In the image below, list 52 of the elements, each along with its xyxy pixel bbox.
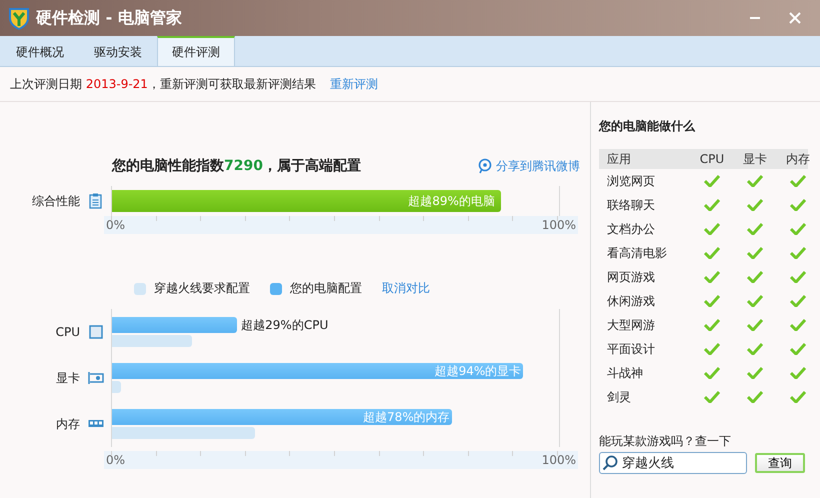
- window-title: 硬件检测 - 电脑管家: [36, 8, 183, 28]
- graphics-card-icon: [88, 371, 104, 385]
- legend-label: 穿越火线要求配置: [154, 280, 250, 297]
- memory-module-icon: [88, 419, 104, 429]
- close-icon: [789, 12, 801, 24]
- share-icon: [478, 158, 492, 174]
- tab[interactable]: 驱动安装: [79, 36, 157, 66]
- column-header: 显卡: [742, 150, 768, 168]
- app-name-cell-text: 大型网游: [607, 316, 656, 334]
- bar-text: 超越94%的显卡: [434, 362, 522, 380]
- column-header: CPU: [698, 152, 726, 166]
- app-name-cell-text: 平面设计: [607, 340, 656, 358]
- shield-logo-icon: [8, 6, 30, 30]
- bar-text: 超越78%的内存: [363, 408, 451, 426]
- cancel-compare-link[interactable]: 取消对比: [382, 280, 430, 297]
- minimize-icon: [750, 17, 760, 19]
- chip-icon: [88, 325, 102, 339]
- game-question-text: 能玩某款游戏吗？查一下: [599, 433, 732, 450]
- retest-link[interactable]: 重新评测: [330, 76, 378, 92]
- bar-text: 超越29%的CPU: [241, 316, 328, 334]
- component-label: CPU: [54, 325, 80, 339]
- component-label: 显卡: [55, 370, 80, 386]
- component-label: 内存: [55, 416, 80, 432]
- overall-label: 综合性能: [31, 192, 80, 210]
- app-name-cell-text: 休闲游戏: [607, 292, 656, 310]
- axis-label: 0%: [106, 453, 126, 467]
- app-name-cell-text: 看高清电影: [607, 244, 668, 262]
- app-name-cell-text: 网页游戏: [607, 268, 656, 286]
- axis-label: 100%: [542, 453, 576, 467]
- bar-text: 超越89%的电脑: [408, 192, 496, 210]
- game-search-field[interactable]: 穿越火线: [599, 452, 747, 474]
- last-test-date-text: 上次评测日期 2013-9-21，重新评测可获取最新评测结果: [10, 76, 316, 92]
- app-name-cell-text: 文档办公: [607, 220, 656, 238]
- app-name-cell-text: 浏览网页: [607, 172, 656, 190]
- tab[interactable]: 硬件概况: [1, 36, 79, 66]
- column-header: 内存: [785, 150, 811, 168]
- app-name-cell-text: 斗战神: [607, 364, 644, 382]
- app-name-cell-text: 联络聊天: [607, 196, 656, 214]
- capabilities-title: 您的电脑能做什么: [599, 118, 696, 135]
- share-link[interactable]: 分享到腾讯微博: [478, 158, 580, 174]
- query-button[interactable]: 查询: [755, 453, 805, 473]
- search-icon: [602, 455, 618, 471]
- legend-swatch: [270, 282, 282, 294]
- axis-label: 0%: [106, 218, 126, 232]
- legend-swatch: [134, 282, 146, 294]
- app-name-cell-text: 剑灵: [607, 388, 632, 406]
- column-header: 应用: [607, 150, 632, 168]
- performance-score-text: 您的电脑性能指数7290，属于高端配置: [112, 157, 362, 175]
- legend-label: 您的电脑配置: [290, 280, 362, 297]
- clipboard-icon: [89, 193, 102, 209]
- tab[interactable]: 硬件评测: [157, 36, 235, 66]
- axis-label: 100%: [542, 218, 576, 232]
